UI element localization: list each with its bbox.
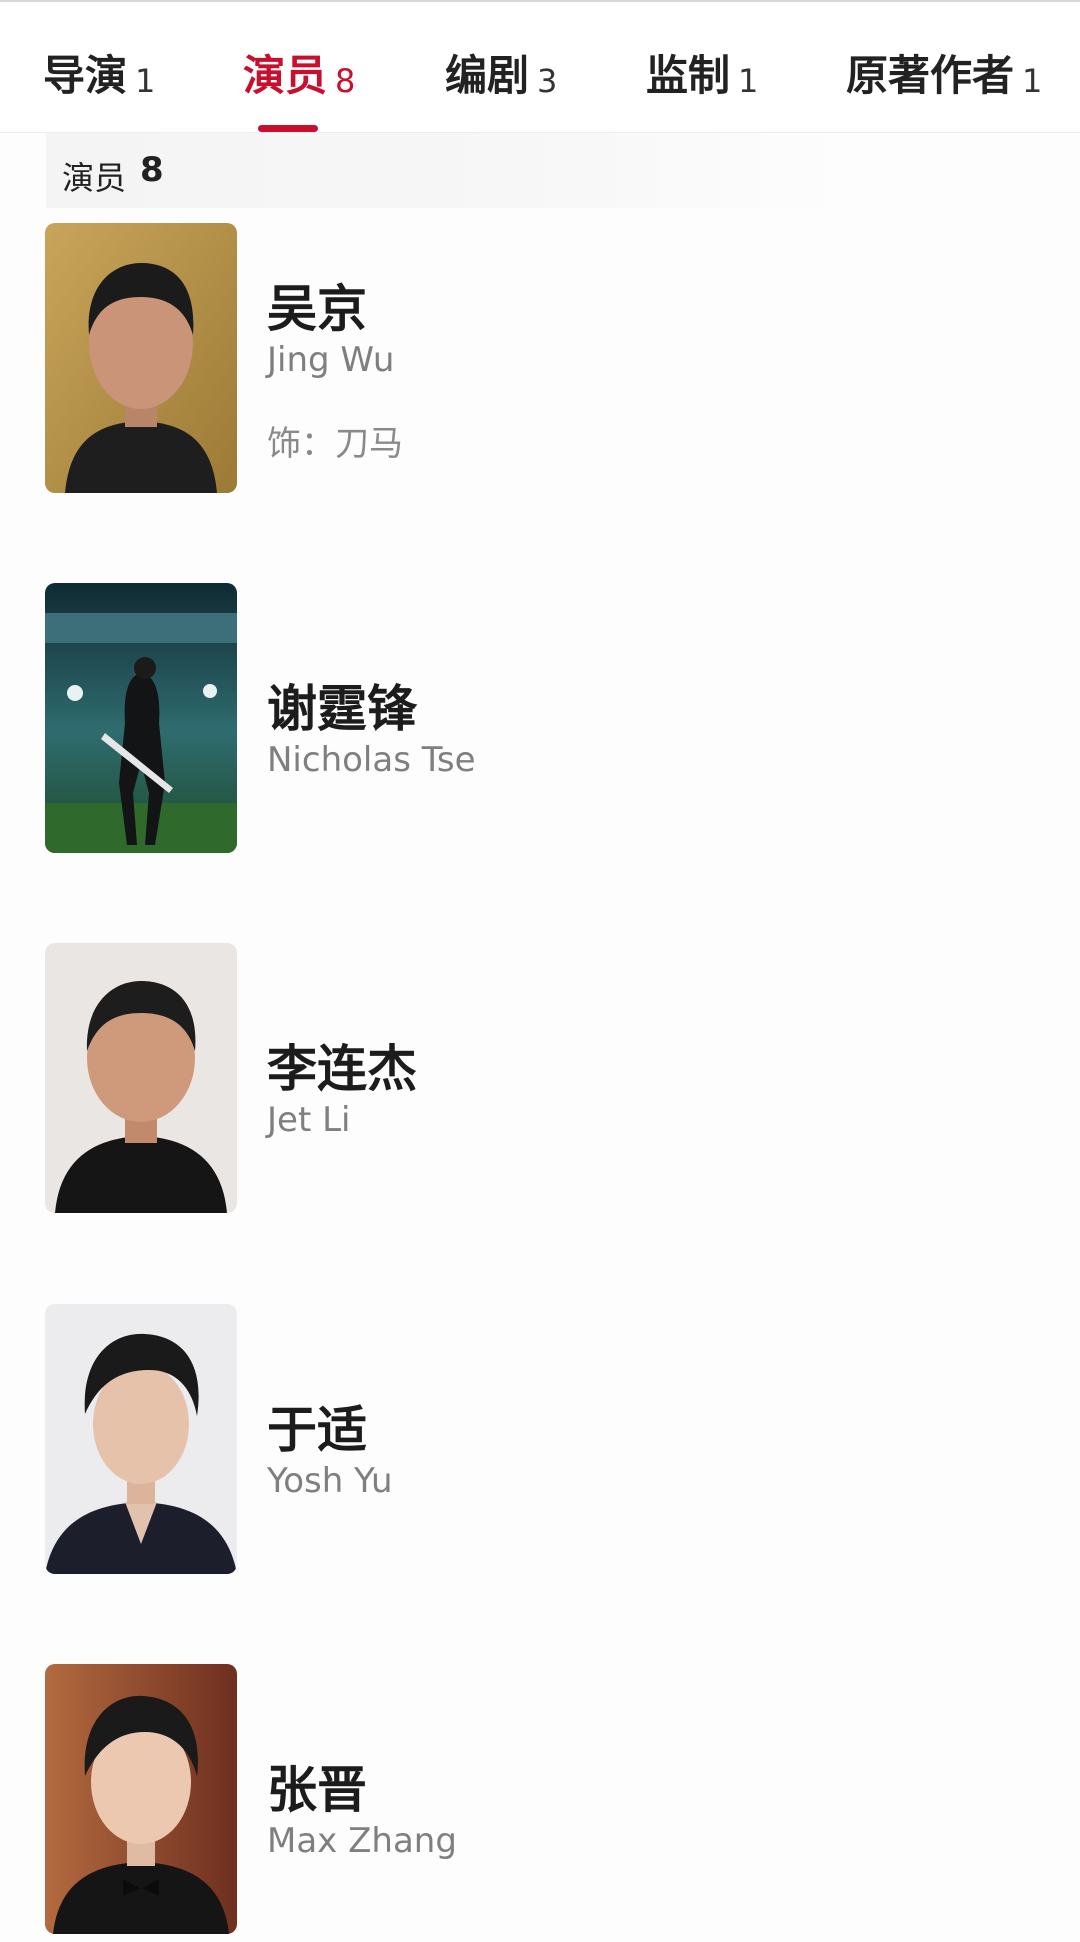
credits-tab-bar: 导演 1 演员 8 编剧 3 监制 1 原著作者 1 [0, 0, 1080, 133]
actor-stadium-icon [45, 583, 237, 853]
actor-portrait-icon [45, 1664, 237, 1934]
actor-english-name: Jet Li [267, 1100, 351, 1140]
actor-name: 谢霆锋 [267, 680, 417, 738]
actor-english-name: Yosh Yu [267, 1461, 393, 1501]
cast-item[interactable]: 吴京 Jing Wu 饰：刀马 [45, 223, 1025, 493]
tab-original-author[interactable]: 原著作者 1 [846, 42, 1042, 102]
tab-cast[interactable]: 演员 8 [243, 42, 355, 102]
actor-name: 于适 [267, 1401, 367, 1459]
tab-label: 原著作者 [846, 51, 1015, 100]
actor-photo[interactable] [45, 583, 237, 853]
actor-photo[interactable] [45, 1664, 237, 1934]
actor-role: 饰：刀马 [267, 424, 403, 464]
actor-photo[interactable] [45, 223, 237, 493]
tab-count: 8 [335, 62, 356, 100]
cast-item[interactable]: 谢霆锋 Nicholas Tse [45, 583, 1025, 853]
actor-english-name: Jing Wu [267, 340, 395, 380]
actor-name: 吴京 [267, 280, 367, 338]
actor-english-name: Nicholas Tse [267, 740, 476, 780]
tab-count: 1 [135, 62, 156, 100]
tab-label: 导演 [43, 51, 128, 100]
cast-item[interactable]: 李连杰 Jet Li [45, 943, 1025, 1213]
actor-english-name: Max Zhang [267, 1821, 457, 1861]
cast-item[interactable]: 于适 Yosh Yu [45, 1304, 1025, 1574]
cast-item[interactable]: 张晋 Max Zhang [45, 1664, 1025, 1934]
actor-photo[interactable] [45, 1304, 237, 1574]
actor-photo[interactable] [45, 943, 237, 1213]
section-title: 演员 [62, 159, 127, 197]
tab-label: 演员 [243, 51, 328, 100]
actor-portrait-icon [45, 223, 237, 493]
actor-portrait-icon [45, 1304, 237, 1574]
section-count: 8 [140, 150, 164, 190]
tab-screenwriter[interactable]: 编剧 3 [445, 42, 557, 102]
tab-count: 1 [738, 62, 759, 100]
tab-director[interactable]: 导演 1 [43, 42, 155, 102]
section-header: 演员 8 [46, 133, 846, 208]
tab-label: 编剧 [445, 51, 530, 100]
tab-count: 1 [1022, 62, 1043, 100]
active-tab-indicator [258, 125, 318, 132]
tab-count: 3 [537, 62, 558, 100]
tab-label: 监制 [646, 51, 731, 100]
actor-name: 李连杰 [267, 1040, 417, 1098]
actor-portrait-icon [45, 943, 237, 1213]
tab-producer[interactable]: 监制 1 [646, 42, 758, 102]
actor-name: 张晋 [267, 1761, 367, 1819]
